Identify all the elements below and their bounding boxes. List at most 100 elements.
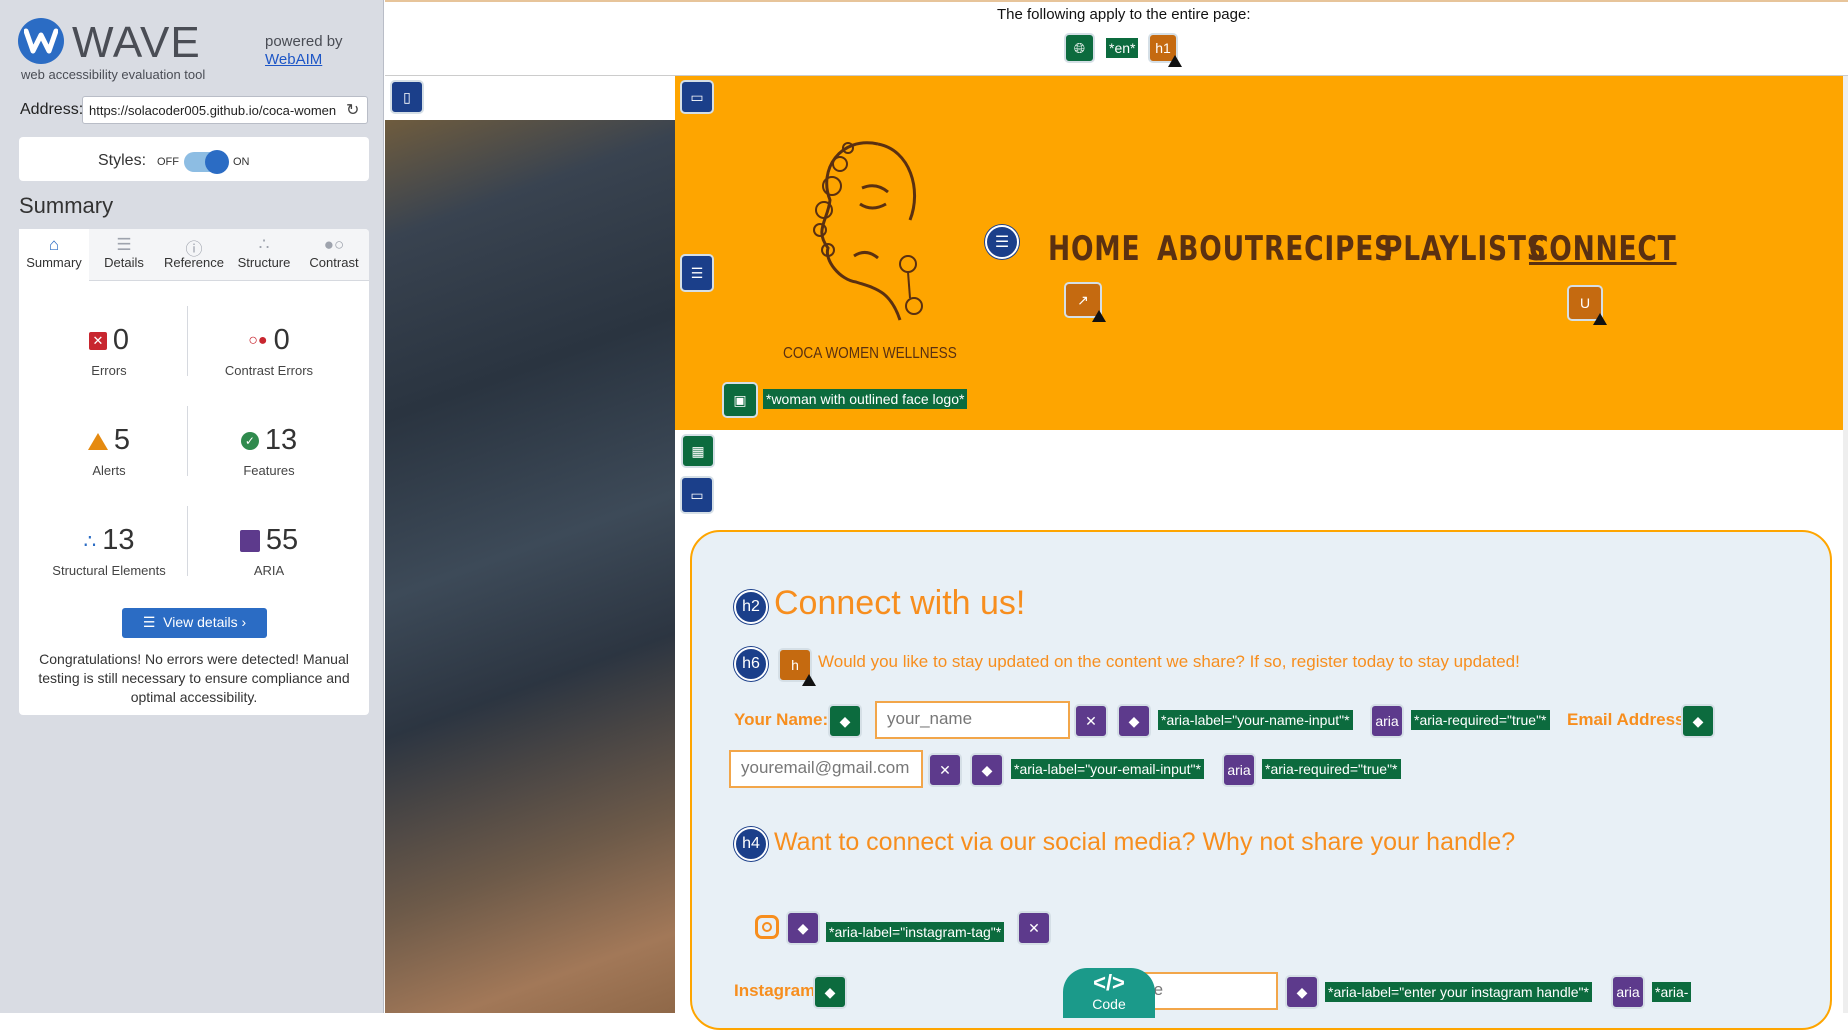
aria-label-tag-icon[interactable]: ◆ xyxy=(1285,975,1319,1009)
figure-icon[interactable]: ▦ xyxy=(681,434,715,468)
stat-errors[interactable]: ✕ 0 Errors xyxy=(29,324,189,378)
unordered-list-icon[interactable]: ☰ xyxy=(985,225,1019,259)
handle-aria-tail: *aria- xyxy=(1652,982,1692,1002)
h1-alert-badge[interactable]: h1 xyxy=(1148,33,1182,67)
logo-name-text: COCA WOMEN WELLNESS xyxy=(783,345,957,362)
aria-label-tag-icon[interactable]: ◆ xyxy=(1117,704,1151,738)
email-aria-label: *aria-label="your-email-input"* xyxy=(1011,759,1204,779)
wave-logo-icon xyxy=(18,18,64,64)
social-heading: Want to connect via our social media? Wh… xyxy=(774,828,1516,856)
congrats-message: Congratulations! No errors were detected… xyxy=(38,651,350,705)
aria-badge[interactable]: aria xyxy=(1370,704,1404,738)
aria-badge[interactable]: aria xyxy=(1611,975,1645,1009)
tab-reference[interactable]: ⓘ Reference xyxy=(159,229,229,281)
styles-off-label: OFF xyxy=(157,156,179,168)
structure-icon: ∴ xyxy=(258,235,270,254)
feature-check-icon: ✓ xyxy=(240,432,259,451)
underline-alert-icon[interactable]: U xyxy=(1567,285,1607,325)
error-icon: ✕ xyxy=(88,332,107,351)
view-details-button[interactable]: ☰ View details › xyxy=(122,608,267,638)
name-aria-label: *aria-label="your-name-input"* xyxy=(1158,710,1353,730)
info-icon: ⓘ xyxy=(185,240,203,259)
header-region-icon[interactable]: ▭ xyxy=(680,80,714,114)
styles-toggle-knob[interactable] xyxy=(205,150,229,174)
aria-icon xyxy=(239,530,260,553)
contrast-error-icon: ○● xyxy=(248,332,268,350)
label-tag-icon[interactable]: ◆ xyxy=(828,704,862,738)
alert-icon xyxy=(87,432,108,450)
tab-contrast[interactable]: ●○ Contrast xyxy=(299,229,369,281)
redundant-link-alert-icon[interactable]: ↗ xyxy=(1064,282,1106,322)
list-icon: ☰ xyxy=(142,614,164,630)
aria-hidden-x-icon[interactable]: ✕ xyxy=(1017,911,1051,945)
h2-icon[interactable]: h2 xyxy=(734,590,768,624)
possible-heading-alert-icon[interactable]: h xyxy=(778,648,816,686)
list-icon: ☰ xyxy=(116,235,132,254)
handle-aria-label: *aria-label="enter your instagram handle… xyxy=(1325,982,1592,1002)
nav-home[interactable]: HOME xyxy=(1048,229,1140,269)
aria-hidden-x-icon[interactable]: ✕ xyxy=(1074,704,1108,738)
hero-hair-image xyxy=(385,120,675,1013)
webaim-link[interactable]: WebAIM xyxy=(265,51,322,68)
nav-playlists[interactable]: PLAYLISTS xyxy=(1383,229,1547,269)
name-input[interactable]: your_name xyxy=(875,701,1070,739)
stat-contrast-errors[interactable]: ○● 0 Contrast Errors xyxy=(189,324,349,378)
code-toggle-button[interactable]: </> Code xyxy=(1063,968,1155,1018)
address-label: Address: xyxy=(20,101,84,118)
label-tag-icon[interactable]: ◆ xyxy=(813,975,847,1009)
aria-hidden-x-icon[interactable]: ✕ xyxy=(928,753,962,787)
email-aria-required: *aria-required="true"* xyxy=(1262,759,1401,779)
page-scrollbar[interactable] xyxy=(1843,76,1848,1013)
intro-paragraph: Would you like to stay updated on the co… xyxy=(818,652,1520,671)
nav-recipes[interactable]: RECIPES xyxy=(1264,229,1394,269)
instagram-aria-tag: *aria-label="instagram-tag"* xyxy=(826,922,1005,942)
contrast-icon: ●○ xyxy=(323,235,345,254)
powered-by-text: powered by xyxy=(265,33,343,50)
code-icon: </> xyxy=(1093,970,1125,995)
tab-summary[interactable]: ⌂ Summary xyxy=(19,229,89,281)
connect-heading: Connect with us! xyxy=(774,584,1026,622)
h6-icon[interactable]: h6 xyxy=(734,647,768,681)
stat-aria[interactable]: 55 ARIA xyxy=(189,524,349,578)
nav-region-icon[interactable]: ☰ xyxy=(680,254,714,292)
aria-label-tag-icon[interactable]: ◆ xyxy=(786,911,820,945)
h4-icon[interactable]: h4 xyxy=(734,827,768,861)
address-input[interactable]: https://solacoder005.github.io/coca-wome… xyxy=(82,96,368,124)
wave-logo-text: WAVE xyxy=(72,18,201,67)
alt-text-icon[interactable]: ▣ xyxy=(722,382,758,418)
region-icon[interactable]: ▯ xyxy=(390,80,424,114)
summary-heading: Summary xyxy=(19,193,114,218)
tab-structure[interactable]: ∴ Structure xyxy=(229,229,299,281)
wave-logo-subtitle: web accessibility evaluation tool xyxy=(21,67,206,82)
hero-gap xyxy=(385,76,675,120)
warning-icon xyxy=(1593,313,1607,325)
main-region-icon[interactable]: ▭ xyxy=(680,476,714,514)
aria-badge[interactable]: aria xyxy=(1222,753,1256,787)
warning-icon xyxy=(1092,310,1106,322)
nav-about[interactable]: ABOUT xyxy=(1157,229,1264,269)
warning-icon xyxy=(1168,55,1182,67)
page-wide-note: The following apply to the entire page: xyxy=(997,6,1251,23)
aria-label-tag-icon[interactable]: ◆ xyxy=(970,753,1004,787)
nav-connect[interactable]: CONNECT xyxy=(1529,229,1677,269)
stat-alerts[interactable]: 5 Alerts xyxy=(29,424,189,478)
language-globe-icon[interactable]: 🌐︎ xyxy=(1064,33,1095,63)
styles-label: Styles: xyxy=(98,152,147,169)
logo-alt-tag: *woman with outlined face logo* xyxy=(763,389,968,409)
instagram-icon[interactable] xyxy=(755,915,779,939)
email-label: Email Address: xyxy=(1567,710,1691,729)
styles-on-label: ON xyxy=(233,156,250,168)
structure-icon: ∴ xyxy=(83,530,97,553)
reload-icon[interactable]: ↻ xyxy=(346,100,359,120)
woman-face-logo xyxy=(813,141,923,321)
instagram-label: Instagram xyxy=(734,981,816,1000)
name-label: Your Name: xyxy=(734,710,829,729)
tab-details[interactable]: ☰ Details xyxy=(89,229,159,281)
label-tag-icon[interactable]: ◆ xyxy=(1681,704,1715,738)
warning-icon xyxy=(802,674,816,686)
stat-features[interactable]: ✓ 13 Features xyxy=(189,424,349,478)
email-input[interactable]: youremail@gmail.com xyxy=(729,750,923,788)
stat-structural[interactable]: ∴ 13 Structural Elements xyxy=(29,524,189,578)
home-icon: ⌂ xyxy=(48,235,60,254)
language-tag: *en* xyxy=(1106,38,1139,58)
